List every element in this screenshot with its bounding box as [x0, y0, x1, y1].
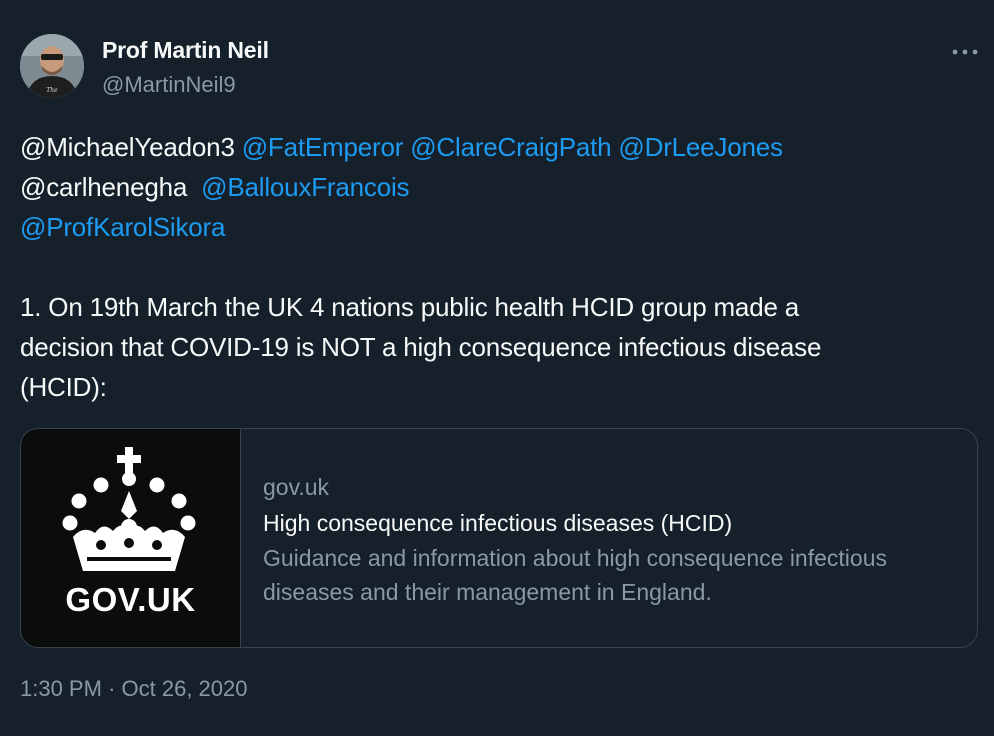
- tweet: The Prof Martin Neil @MartinNeil9 @Micha…: [0, 0, 994, 736]
- card-title: High consequence infectious diseases (HC…: [263, 510, 733, 536]
- mention-fatemperor[interactable]: @FatEmperor: [242, 132, 404, 162]
- mention-clarecraigpath[interactable]: @ClareCraigPath: [410, 132, 611, 162]
- timestamp-separator: ·: [108, 676, 116, 701]
- mention-carlhenegha[interactable]: @carlhenegha: [20, 172, 187, 202]
- card-image: GOV.UK: [21, 429, 241, 647]
- more-horizontal-icon: [952, 49, 978, 55]
- timestamp-time[interactable]: 1:30 PM: [20, 676, 102, 701]
- card-info: gov.uk High consequence infectious disea…: [263, 469, 963, 609]
- mention-ballouxfrancois[interactable]: @BallouxFrancois: [201, 172, 409, 202]
- paragraph-line: (HCID):: [20, 372, 107, 402]
- timestamp-date[interactable]: Oct 26, 2020: [122, 676, 248, 701]
- timestamp: 1:30 PM · Oct 26, 2020: [20, 676, 248, 702]
- author-handle[interactable]: @MartinNeil9: [102, 72, 236, 98]
- mention-drleejones[interactable]: @DrLeeJones: [618, 132, 783, 162]
- paragraph-line: 1. On 19th March the UK 4 nations public…: [20, 292, 799, 322]
- card-domain: gov.uk: [263, 474, 330, 500]
- crown-icon: [62, 447, 196, 571]
- avatar[interactable]: The: [20, 34, 84, 98]
- paragraph-line: decision that COVID-19 is NOT a high con…: [20, 332, 822, 362]
- link-card[interactable]: GOV.UK gov.uk High consequence infectiou…: [20, 428, 978, 648]
- card-description: Guidance and information about high cons…: [263, 545, 887, 605]
- mention-line-3: @ProfKarolSikora: [20, 207, 980, 247]
- mention-profkarolsikora[interactable]: @ProfKarolSikora: [20, 212, 225, 242]
- mention-michaelyeadon3[interactable]: @MichaelYeadon3: [20, 132, 235, 162]
- gov-uk-logo-text: GOV.UK: [65, 581, 196, 618]
- mention-line-1: @MichaelYeadon3 @FatEmperor @ClareCraigP…: [20, 127, 980, 167]
- tweet-text: @MichaelYeadon3 @FatEmperor @ClareCraigP…: [20, 127, 980, 407]
- mention-line-2: @carlhenegha @BallouxFrancois: [20, 167, 980, 207]
- more-button[interactable]: [948, 38, 982, 66]
- svg-text:The: The: [46, 87, 58, 94]
- avatar-image: The: [20, 34, 84, 98]
- author-name[interactable]: Prof Martin Neil: [102, 37, 269, 64]
